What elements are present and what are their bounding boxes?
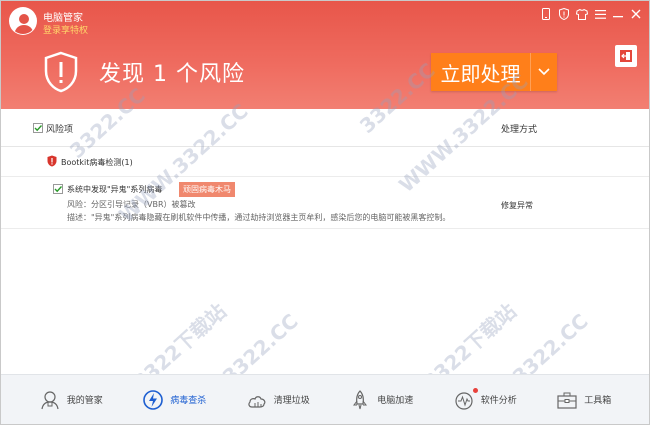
cleanup-icon	[248, 395, 266, 408]
app-window: 电脑管家 登录享特权 发现 1 个风险 立即处理 风险项 处理方式 Bootki…	[0, 0, 650, 425]
chevron-down-icon[interactable]	[531, 53, 557, 91]
avatar[interactable]	[9, 7, 37, 35]
close-icon[interactable]	[629, 7, 643, 21]
repair-action[interactable]: 修复异常	[501, 200, 533, 211]
risk-description: 描述："异鬼"系列病毒隐藏在刷机软件中传播，通过劫持浏览器主页牟利，感染后您的电…	[67, 213, 451, 222]
checkmark-icon	[54, 186, 63, 193]
menu-icon[interactable]	[593, 7, 607, 21]
risk-group[interactable]: Bootkit病毒检测(1)	[1, 147, 649, 177]
risk-title: 发现 1 个风险	[99, 62, 245, 87]
nav-item-my-butler[interactable]: 我的管家	[39, 389, 103, 411]
fix-now-button[interactable]: 立即处理	[431, 53, 557, 91]
warning-shield-icon	[44, 51, 78, 93]
risk-row: 系统中发现"异鬼"系列病毒 顽固病毒木马 风险：分区引导记录（VBR）被篡改 描…	[1, 177, 649, 229]
group-title: Bootkit病毒检测(1)	[61, 158, 133, 167]
nav-item-software-analysis[interactable]: 软件分析	[453, 387, 517, 411]
login-link[interactable]: 登录享特权	[43, 23, 88, 36]
butler-icon	[41, 390, 59, 409]
risk-detail: 风险：分区引导记录（VBR）被篡改	[67, 200, 196, 209]
risk-checkbox[interactable]	[53, 184, 63, 194]
nav-item-toolbox[interactable]: 工具箱	[556, 389, 611, 411]
mobile-icon[interactable]	[539, 7, 553, 21]
window-controls	[539, 7, 643, 21]
rocket-icon	[353, 389, 368, 409]
select-all-checkbox[interactable]	[33, 123, 43, 133]
column-risk-item: 风险项	[46, 125, 74, 135]
minimize-icon[interactable]	[611, 7, 625, 21]
skin-shirt-icon[interactable]	[575, 7, 589, 21]
risk-badge: 顽固病毒木马	[179, 182, 235, 197]
security-shield-icon[interactable]	[557, 7, 571, 21]
bottom-nav: 我的管家 病毒查杀 清理垃圾 电脑加速 软件分析 工具箱	[1, 374, 649, 424]
toolbox-icon	[557, 392, 577, 409]
nav-label: 病毒查杀	[170, 396, 207, 406]
nav-item-virus-scan[interactable]: 病毒查杀	[142, 389, 206, 411]
user-icon	[10, 8, 36, 34]
table-header: 风险项 处理方式	[1, 109, 649, 147]
app-name: 电脑管家	[43, 13, 83, 24]
content-area	[1, 229, 649, 374]
risk-title-text: 系统中发现"异鬼"系列病毒	[67, 185, 163, 194]
software-analysis-icon	[455, 391, 473, 410]
header-banner: 电脑管家 登录享特权 发现 1 个风险 立即处理	[1, 1, 649, 109]
nav-label: 我的管家	[66, 396, 103, 406]
nav-label: 工具箱	[584, 396, 612, 406]
nav-item-speedup[interactable]: 电脑加速	[349, 389, 413, 411]
nav-label: 清理垃圾	[273, 396, 310, 406]
nav-label: 电脑加速	[377, 396, 414, 406]
checkmark-icon	[34, 125, 43, 132]
fix-now-label[interactable]: 立即处理	[431, 53, 531, 91]
column-handling-method: 处理方式	[501, 125, 538, 135]
virus-scan-icon	[143, 389, 164, 410]
notification-dot	[472, 387, 478, 393]
nav-label: 软件分析	[480, 396, 517, 406]
exit-icon[interactable]	[615, 45, 637, 67]
warning-shield-small-icon	[47, 155, 57, 167]
nav-item-cleanup[interactable]: 清理垃圾	[246, 389, 310, 411]
